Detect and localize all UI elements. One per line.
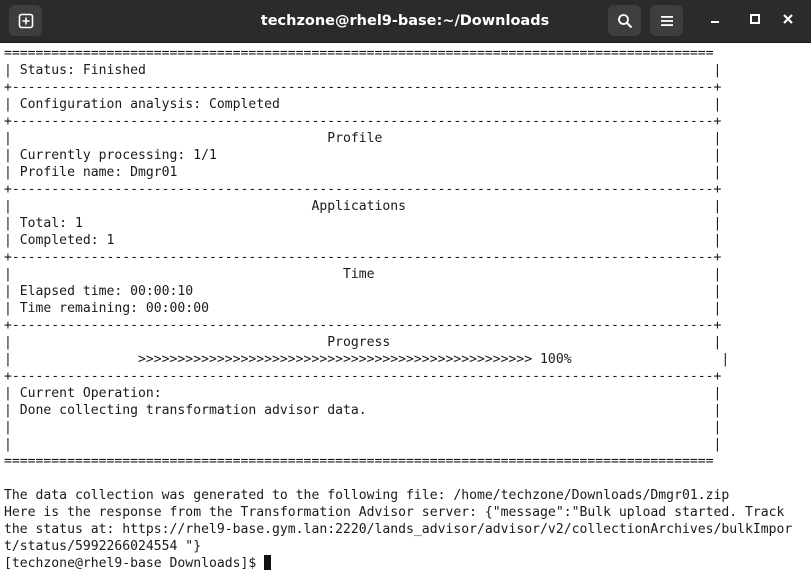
title-bar: techzone@rhel9-base:~/Downloads	[0, 0, 811, 43]
menu-button[interactable]	[650, 5, 683, 36]
terminal-line: | Profile |	[4, 131, 722, 146]
terminal-line: | Time |	[4, 267, 722, 282]
terminal-line: t/status/5992266024554 "}	[4, 539, 202, 554]
minimize-button[interactable]	[705, 11, 725, 31]
terminal-line: | Profile name: Dmgr01 |	[4, 165, 722, 180]
terminal-line: | Currently processing: 1/1 |	[4, 148, 722, 163]
window-title: techzone@rhel9-base:~/Downloads	[260, 13, 550, 29]
prompt-line: [techzone@rhel9-base Downloads]$	[4, 555, 809, 572]
terminal-line: | Done collecting transformation advisor…	[4, 403, 722, 418]
terminal-line: +---------------------------------------…	[4, 182, 722, 197]
terminal-window: techzone@rhel9-base:~/Downloads ========…	[0, 0, 811, 578]
search-button[interactable]	[608, 5, 641, 36]
close-icon	[782, 12, 794, 30]
terminal-line: | Elapsed time: 00:00:10 |	[4, 284, 722, 299]
terminal-line: +---------------------------------------…	[4, 318, 722, 333]
terminal-line: | Status: Finished |	[4, 63, 722, 78]
terminal-line: | Progress |	[4, 335, 722, 350]
terminal-line: +---------------------------------------…	[4, 80, 722, 95]
terminal-line: ========================================…	[4, 454, 714, 469]
terminal-line: +---------------------------------------…	[4, 250, 722, 265]
minimize-icon	[709, 12, 721, 30]
terminal-line: +---------------------------------------…	[4, 369, 722, 384]
terminal-line: | Applications |	[4, 199, 722, 214]
terminal-output[interactable]: ========================================…	[4, 45, 809, 575]
terminal-line: Here is the response from the Transforma…	[4, 505, 785, 520]
maximize-icon	[749, 12, 761, 30]
terminal-line: the status at: https://rhel9-base.gym.la…	[4, 522, 793, 537]
terminal-line: | Current Operation: |	[4, 386, 722, 401]
text-cursor	[264, 555, 272, 570]
shell-prompt: [techzone@rhel9-base Downloads]$	[4, 556, 265, 571]
terminal-line: | Configuration analysis: Completed |	[4, 97, 722, 112]
terminal-line: | |	[4, 437, 722, 452]
terminal-line: | Total: 1 |	[4, 216, 722, 231]
terminal-line: | |	[4, 420, 722, 435]
terminal-line: +---------------------------------------…	[4, 114, 722, 129]
terminal-line: | Time remaining: 00:00:00 |	[4, 301, 722, 316]
hamburger-menu-icon	[660, 14, 674, 28]
new-tab-icon	[18, 13, 34, 29]
terminal-line: | Completed: 1 |	[4, 233, 722, 248]
terminal-line: The data collection was generated to the…	[4, 488, 730, 503]
close-button[interactable]	[778, 11, 798, 31]
search-icon	[617, 13, 633, 29]
new-tab-button[interactable]	[9, 5, 42, 36]
maximize-button[interactable]	[745, 11, 765, 31]
terminal-line: | >>>>>>>>>>>>>>>>>>>>>>>>>>>>>>>>>>>>>>…	[4, 352, 730, 367]
terminal-line: ========================================…	[4, 46, 714, 61]
